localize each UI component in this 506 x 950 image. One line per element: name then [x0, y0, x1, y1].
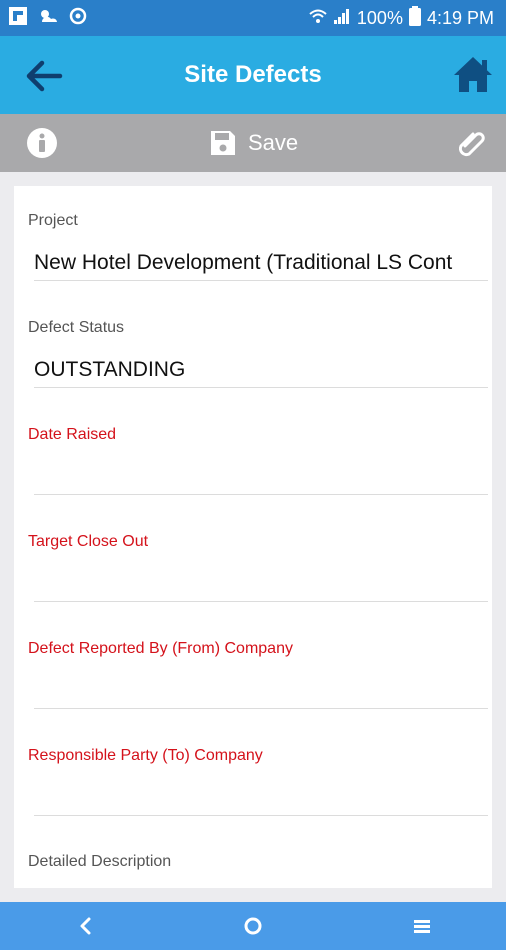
nav-recents-icon: [414, 920, 430, 933]
info-button[interactable]: [26, 127, 58, 159]
page-title: Site Defects: [184, 61, 322, 88]
reported-by-label: Defect Reported By (From) Company: [28, 640, 293, 657]
target-close-out-label: Target Close Out: [28, 533, 149, 550]
nav-home-button[interactable]: [237, 910, 269, 942]
defect-status-input[interactable]: OUTSTANDING: [34, 353, 488, 388]
status-bar: 100% 4:19 PM: [0, 0, 506, 36]
defect-status-field: Defect Status OUTSTANDING: [28, 319, 488, 388]
status-left: [8, 6, 88, 31]
home-button[interactable]: [452, 54, 494, 94]
project-field: Project New Hotel Development (Tradition…: [28, 212, 488, 281]
sync-icon: [68, 6, 88, 31]
home-icon: [454, 57, 492, 92]
form-card: Project New Hotel Development (Tradition…: [14, 186, 492, 888]
battery-icon: [408, 5, 421, 31]
detailed-description-field: Detailed Description: [28, 853, 472, 871]
flipboard-icon: [8, 6, 28, 31]
responsible-party-input[interactable]: [34, 781, 488, 816]
weather-icon: [36, 6, 60, 31]
save-label: Save: [248, 130, 299, 155]
defect-status-label: Defect Status: [28, 319, 125, 336]
clock: 4:19 PM: [426, 7, 494, 28]
save-icon: [211, 131, 235, 155]
project-input[interactable]: New Hotel Development (Traditional LS Co…: [34, 246, 488, 281]
signal-icon: [333, 7, 351, 30]
paperclip-icon: [458, 132, 485, 157]
responsible-party-label: Responsible Party (To) Company: [28, 747, 263, 764]
detailed-description-label: Detailed Description: [28, 853, 172, 870]
save-button[interactable]: Save: [210, 126, 298, 160]
date-raised-field: Date Raised: [28, 426, 488, 495]
reported-by-field: Defect Reported By (From) Company: [28, 640, 488, 709]
wifi-icon: [309, 7, 327, 30]
nav-back-icon: [80, 917, 91, 935]
nav-home-icon: [244, 917, 262, 935]
action-toolbar: Save: [0, 114, 506, 172]
date-raised-input[interactable]: [34, 460, 488, 495]
target-close-out-field: Target Close Out: [28, 533, 488, 602]
nav-recents-button[interactable]: [406, 910, 438, 942]
date-raised-label: Date Raised: [28, 426, 117, 443]
info-icon: [27, 128, 57, 158]
status-right: 100% 4:19 PM: [309, 5, 494, 31]
battery-percent: 100%: [356, 7, 403, 28]
project-label: Project: [28, 212, 78, 229]
system-nav-bar: [0, 902, 506, 950]
target-close-out-input[interactable]: [34, 567, 488, 602]
nav-back-button[interactable]: [70, 910, 102, 942]
app-bar: Site Defects: [0, 36, 506, 114]
attach-button[interactable]: [456, 127, 488, 159]
reported-by-input[interactable]: [34, 674, 488, 709]
responsible-party-field: Responsible Party (To) Company: [28, 747, 488, 816]
